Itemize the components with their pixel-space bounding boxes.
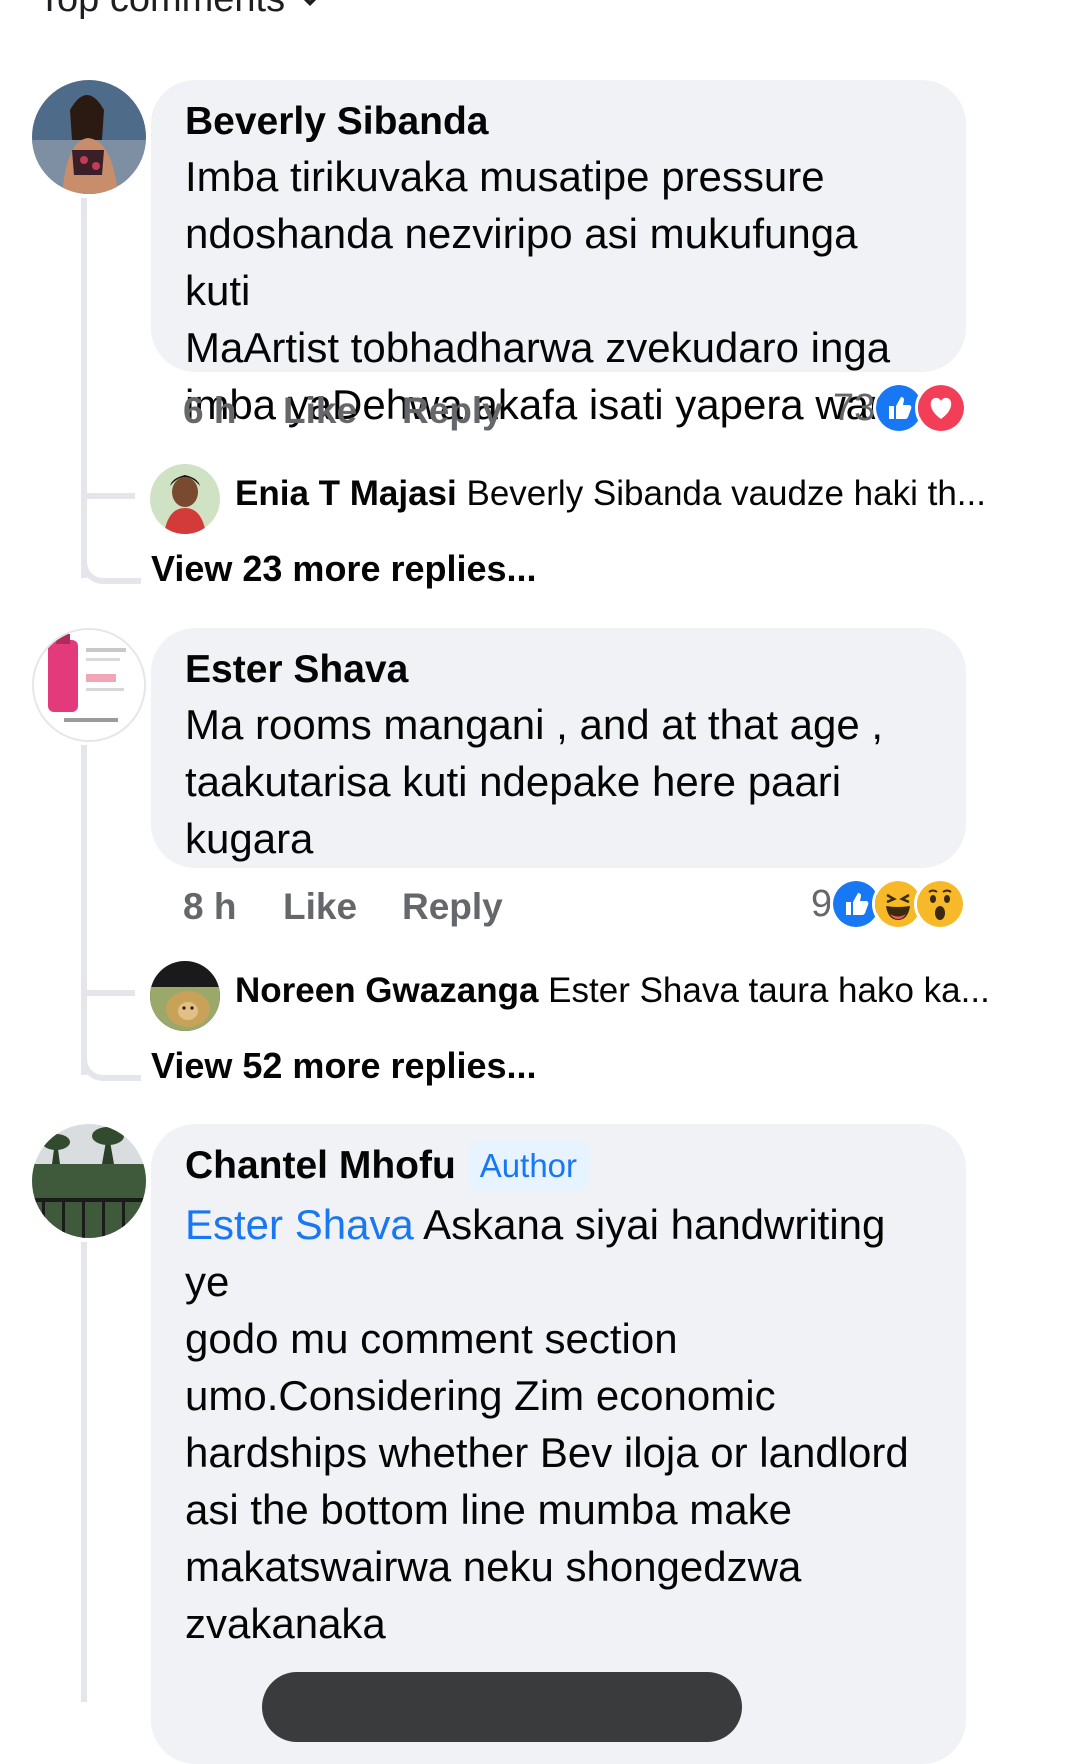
comment-author-row: Chantel Mhofu Author [185, 1140, 932, 1192]
like-button[interactable]: Like [283, 390, 402, 432]
reaction-count: 9 [811, 882, 833, 925]
reply-connector [81, 1037, 141, 1081]
author-badge: Author [467, 1140, 590, 1192]
comment-actions: 6 h Like Reply [183, 390, 503, 432]
view-more-replies[interactable]: View 52 more replies... [151, 1045, 537, 1087]
comments-sort-label: Top comments [38, 0, 285, 21]
avatar[interactable] [150, 464, 220, 534]
mention-link[interactable]: Ester Shava [185, 1201, 414, 1248]
comment-bubble[interactable]: Chantel Mhofu Author Ester Shava Askana … [151, 1124, 966, 1764]
avatar[interactable] [150, 961, 220, 1031]
chevron-down-icon [304, 0, 316, 6]
comment-actions: 8 h Like Reply [183, 886, 503, 928]
comment-text: Ma rooms mangani , and at that age , taa… [185, 701, 884, 862]
scroll-handle[interactable] [262, 1672, 742, 1742]
comment-text: Ester Shava Askana siyai handwriting ye … [185, 1201, 909, 1647]
comment-author[interactable]: Chantel Mhofu [185, 1140, 456, 1192]
top-reply[interactable]: Enia T Majasi Beverly Sibanda vaudze hak… [235, 474, 986, 514]
thread-line [81, 745, 87, 1075]
reply-connector [87, 990, 135, 996]
reactions-summary[interactable]: 9 [811, 878, 967, 930]
wow-icon [914, 878, 967, 930]
reaction-count: 73 [833, 386, 876, 429]
comments-sort-dropdown[interactable]: Top comments [38, 0, 321, 21]
view-more-replies[interactable]: View 23 more replies... [151, 548, 537, 590]
top-reply[interactable]: Noreen Gwazanga Ester Shava taura hako k… [235, 971, 990, 1011]
reply-preview: Beverly Sibanda vaudze haki th... [466, 474, 986, 513]
reply-button[interactable]: Reply [402, 390, 503, 432]
reply-author[interactable]: Noreen Gwazanga [235, 971, 538, 1010]
comment-author[interactable]: Beverly Sibanda [185, 96, 932, 148]
thread-line [81, 198, 87, 578]
reply-preview: Ester Shava taura hako ka... [548, 971, 990, 1010]
comment-bubble[interactable]: Ester Shava Ma rooms mangani , and at th… [151, 628, 966, 868]
love-icon [915, 382, 968, 434]
thread-line [81, 1242, 87, 1702]
avatar[interactable] [32, 1124, 146, 1238]
like-button[interactable]: Like [283, 886, 402, 928]
comment-time[interactable]: 8 h [183, 886, 283, 928]
reactions-summary[interactable]: 73 [833, 382, 968, 434]
reply-author[interactable]: Enia T Majasi [235, 474, 457, 513]
comment-author[interactable]: Ester Shava [185, 644, 932, 696]
avatar[interactable] [32, 80, 146, 194]
comment-bubble[interactable]: Beverly Sibanda Imba tirikuvaka musatipe… [151, 80, 966, 428]
comment-time[interactable]: 6 h [183, 390, 283, 432]
reply-connector [87, 493, 135, 499]
avatar[interactable] [32, 628, 146, 742]
reply-button[interactable]: Reply [402, 886, 503, 928]
reply-connector [81, 540, 141, 584]
